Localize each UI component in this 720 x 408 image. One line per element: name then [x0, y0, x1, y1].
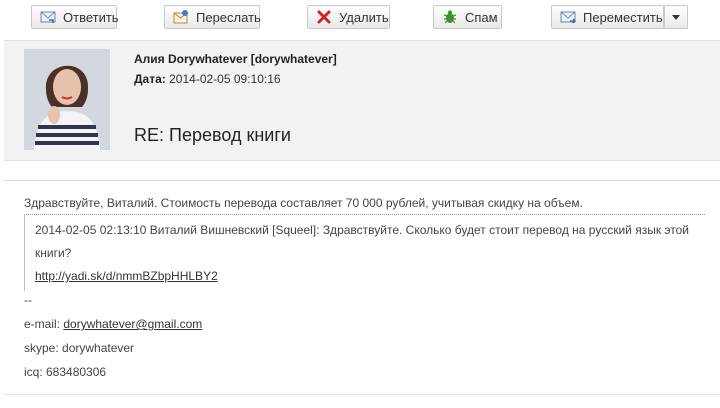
sender-name: Алия Dorywhatever [dorywhatever]: [134, 52, 337, 66]
delete-label: Удалить: [339, 9, 389, 25]
move-label: Переместить: [583, 9, 663, 25]
chevron-down-icon: [672, 14, 680, 20]
date-label: Дата:: [134, 72, 166, 86]
body-divider: [4, 394, 720, 395]
move-button[interactable]: Переместить: [551, 5, 664, 29]
delete-button[interactable]: Удалить: [307, 5, 390, 29]
sender-avatar: [24, 49, 110, 150]
quote-line-2: книги?: [35, 246, 72, 260]
delete-x-icon: [316, 9, 332, 25]
quote-line-1: 2014-02-05 02:13:10 Виталий Вишневский […: [35, 223, 689, 237]
email-link[interactable]: dorywhatever@gmail.com: [63, 317, 202, 331]
message-date: Дата: 2014-02-05 09:10:16: [134, 72, 281, 86]
signature-email: e-mail: dorywhatever@gmail.com: [24, 317, 202, 331]
signature-dash: --: [24, 293, 32, 307]
spam-label: Спам: [465, 9, 498, 25]
signature-icq: icq: 683480306: [24, 365, 107, 379]
reply-label: Ответить: [63, 9, 119, 25]
message-toolbar: Ответить Переслать Удалить Спам Перемест…: [0, 0, 720, 36]
message-header: Алия Dorywhatever [dorywhatever] Дата: 2…: [4, 40, 720, 161]
reply-text: Здравствуйте, Виталий. Стоимость перевод…: [24, 196, 583, 210]
forward-button[interactable]: Переслать: [164, 5, 261, 29]
forward-label: Переслать: [196, 9, 261, 25]
spam-button[interactable]: Спам: [433, 5, 502, 29]
message-subject: RE: Перевод книги: [134, 125, 291, 145]
move-envelope-icon: [560, 9, 576, 25]
quote-link[interactable]: http://yadi.sk/d/nmmBZbpHHLBY2: [35, 269, 218, 283]
signature-skype: skype: dorywhatever: [24, 341, 135, 355]
reply-button[interactable]: Ответить: [31, 5, 119, 29]
quoted-message: 2014-02-05 02:13:10 Виталий Вишневский […: [24, 214, 705, 291]
header-divider: [4, 180, 720, 181]
bug-icon: [442, 9, 458, 25]
move-dropdown-button[interactable]: [664, 5, 688, 29]
reply-envelope-icon: [40, 9, 56, 25]
forward-icon: [173, 9, 189, 25]
email-label: e-mail:: [24, 317, 61, 331]
date-value: 2014-02-05 09:10:16: [169, 72, 281, 86]
